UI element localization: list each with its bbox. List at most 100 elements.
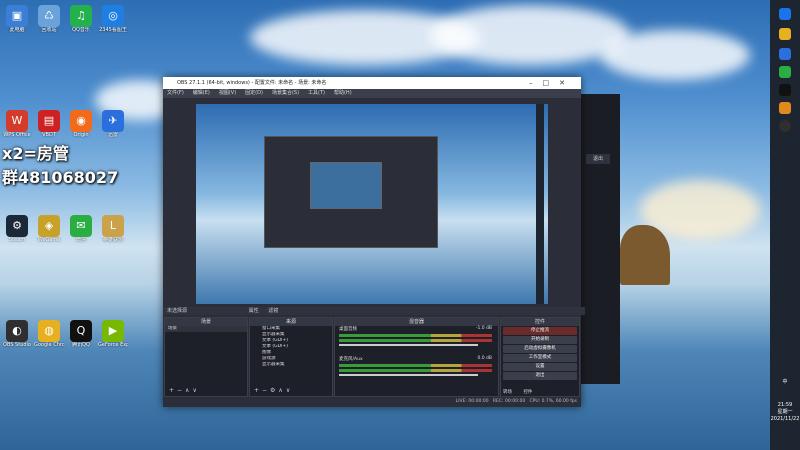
window-controls[interactable]: –□✕ <box>529 77 575 89</box>
scenes-header: 场景 <box>165 318 247 326</box>
desktop-icon[interactable]: Q 腾讯QQ <box>66 320 96 348</box>
desktop-icon-label: 腾讯QQ <box>72 342 90 348</box>
controls-dock: 控件 停止推流 开始录制 启动虚拟摄像机 工作室模式 设置 退出 转场 控件 <box>500 317 580 397</box>
nested-preview <box>264 136 438 248</box>
menu-item[interactable]: 场景集合(S) <box>272 90 299 96</box>
desktop-icon-label: Steam <box>8 237 26 243</box>
desktop-icon[interactable]: ◍Google Chrome <box>34 320 64 348</box>
desktop-icon-label: Google Chrome <box>34 342 64 348</box>
volume-slider[interactable] <box>339 344 478 346</box>
windows-start-icon[interactable] <box>779 8 791 20</box>
properties-button[interactable]: 属性 <box>249 308 259 314</box>
wechat-icon[interactable] <box>779 66 791 78</box>
desktop-icon-label: 回收站 <box>41 27 57 33</box>
file-explorer-icon[interactable] <box>779 28 791 40</box>
sources-header: 来源 <box>250 318 332 326</box>
desktop-icon-label: VBDT <box>42 132 56 138</box>
desktop-icon[interactable]: ♺ 回收站 <box>34 5 64 33</box>
volume-meter <box>339 364 492 367</box>
preview-canvas[interactable] <box>196 104 548 304</box>
desktop-icon[interactable]: W WPS Office <box>2 110 32 138</box>
desktop-icon[interactable]: ✈ 迅雷 <box>98 110 128 138</box>
app-icon: ◎ <box>102 5 124 27</box>
sources-dock: 来源 窗口采集 显示器采集 文本 (GDI+) 文本 (GDI+) 图像 游戏源 显示器采集… <box>249 317 333 397</box>
app-icon: ▤ <box>38 110 60 132</box>
no-source-label: 未选择源 <box>167 308 188 314</box>
desktop-icon[interactable]: ▤ VBDT <box>34 110 64 138</box>
scene-item[interactable]: 场景 <box>165 326 247 332</box>
mixer-channel: 桌面音频 -1.0 dB <box>335 326 498 356</box>
edge-icon[interactable] <box>779 48 791 60</box>
source-controls[interactable]: +−⚙∧∨ <box>254 387 293 394</box>
preview-taskbar <box>536 104 544 304</box>
desktop-icon[interactable]: ▶GeForce Experience <box>98 320 128 348</box>
desktop-icon[interactable]: ◐ OBS Studio <box>2 320 32 348</box>
app-icon: Q <box>70 320 92 342</box>
app-icon: ◈ <box>38 215 60 237</box>
app-icon: ◉ <box>70 110 92 132</box>
desktop-icon[interactable]: ⚙ Steam <box>2 215 32 243</box>
scenes-dock: 场景 场景 +−∧∨ <box>164 317 248 397</box>
desktop-icon-label: 微信 <box>75 237 86 243</box>
desktop-icon[interactable]: ◎ 2345看图王 <box>98 5 128 33</box>
channel-name: 麦克风/Aux <box>339 357 363 362</box>
clock-time[interactable]: 21:59 <box>770 402 800 409</box>
control-button[interactable]: 工作室模式 <box>503 354 577 362</box>
menu-item[interactable]: 帮助(H) <box>334 90 352 96</box>
desktop-icon[interactable]: ◈ WeGame <box>34 215 64 243</box>
menu-item[interactable]: 文件(F) <box>167 90 184 96</box>
title-bar[interactable]: OBS 27.1.1 (64-bit, windows) - 配置文件: 未命名… <box>163 77 581 89</box>
desktop-icon-label: Origin <box>73 132 89 138</box>
desktop-icon-label: QQ音乐 <box>72 27 90 33</box>
controls-header: 控件 <box>501 318 579 326</box>
control-button[interactable]: 设置 <box>503 363 577 371</box>
menu-bar: 文件(F) 编辑(E) 视图(V) 固定(D) 场景集合(S) 工具(T) 帮助(H) <box>163 89 581 98</box>
desktop-icon[interactable]: ♫ QQ音乐 <box>66 5 96 33</box>
language-indicator[interactable]: 中 <box>770 378 800 385</box>
source-item[interactable]: 显示器采集 <box>250 362 332 368</box>
app-icon: ▣ <box>6 5 28 27</box>
app-icon: ◍ <box>38 320 60 342</box>
desktop-icon-label: 2345看图王 <box>99 27 127 33</box>
volume-meter <box>339 339 492 342</box>
app-icon: ✉ <box>70 215 92 237</box>
background-window[interactable]: 退出 <box>578 94 620 384</box>
exit-button[interactable]: 退出 <box>586 154 610 164</box>
control-button[interactable]: 开始录制 <box>503 336 577 344</box>
app-icon[interactable] <box>779 102 791 114</box>
menu-item[interactable]: 工具(T) <box>308 90 325 96</box>
cpu-status: CPU: 0.7%, 60.00 fps <box>529 399 578 404</box>
filters-button[interactable]: 滤镜 <box>268 308 278 314</box>
channel-db: -1.0 dB <box>475 326 492 331</box>
qq-icon[interactable] <box>779 84 791 96</box>
taskbar: 中 21:59 星期一 2021/11/22 <box>770 0 800 450</box>
obs-icon[interactable] <box>779 120 791 132</box>
window-title: OBS 27.1.1 (64-bit, windows) - 配置文件: 未命名… <box>177 80 327 86</box>
source-toolbar: 未选择源 属性 滤镜 <box>163 307 585 315</box>
status-bar: LIVE: 00:00:00 REC: 00:00:00 CPU: 0.7%, … <box>163 397 581 407</box>
transitions-tab[interactable]: 转场 <box>503 390 512 395</box>
desktop-icon[interactable]: ▣ 此电脑 <box>2 5 32 33</box>
menu-item[interactable]: 编辑(E) <box>193 90 210 96</box>
desktop-icon[interactable]: L 英雄联盟 <box>98 215 128 243</box>
obs-window[interactable]: OBS 27.1.1 (64-bit, windows) - 配置文件: 未命名… <box>163 77 585 407</box>
control-button[interactable]: 退出 <box>503 372 577 380</box>
watermark-line2: 群481068027 <box>2 168 119 187</box>
volume-slider[interactable] <box>339 374 478 376</box>
controls-tab[interactable]: 控件 <box>523 390 532 395</box>
channel-name: 桌面音频 <box>339 327 357 332</box>
desktop-icon-label: 英雄联盟 <box>102 237 123 243</box>
desktop-icon[interactable]: ◉ Origin <box>66 110 96 138</box>
control-button[interactable]: 停止推流 <box>503 327 577 335</box>
app-icon: W <box>6 110 28 132</box>
menu-item[interactable]: 视图(V) <box>219 90 236 96</box>
watermark-line1: x2=房管 <box>2 144 69 163</box>
menu-item[interactable]: 固定(D) <box>245 90 263 96</box>
rec-status: REC: 00:00:00 <box>492 399 526 404</box>
channel-db: 0.0 dB <box>477 356 492 361</box>
desktop-icon[interactable]: ✉ 微信 <box>66 215 96 243</box>
app-icon: ▶ <box>102 320 124 342</box>
scene-controls[interactable]: +−∧∨ <box>169 387 200 394</box>
live-status: LIVE: 00:00:00 <box>455 399 489 404</box>
control-button[interactable]: 启动虚拟摄像机 <box>503 345 577 353</box>
